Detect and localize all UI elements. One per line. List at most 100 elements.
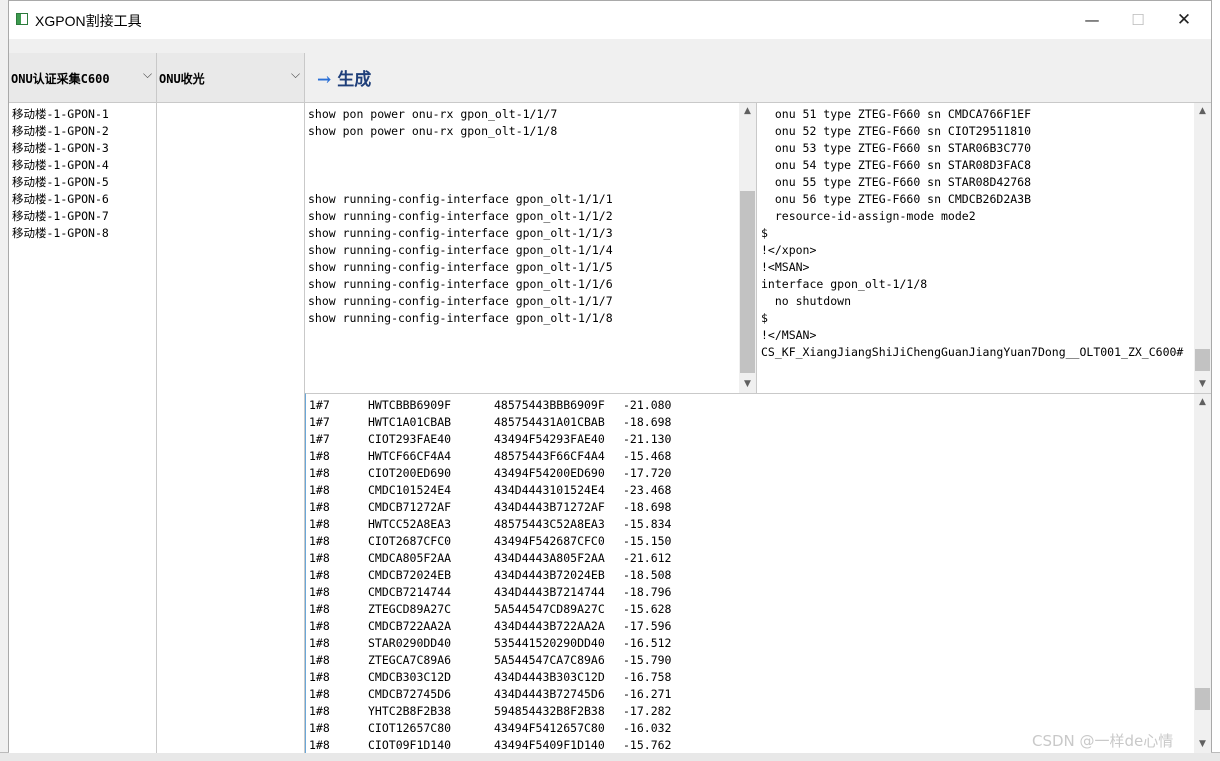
result-hex-sn: 434D4443B303C12D <box>494 670 605 684</box>
result-rx-power: -16.032 <box>623 721 672 735</box>
collect-type-select[interactable]: ONU认证采集C600 ⌵ <box>9 53 157 103</box>
result-hex-sn: 48575443F66CF4A4 <box>494 449 605 463</box>
secondary-list[interactable] <box>157 103 305 753</box>
scroll-down-icon[interactable]: ▼ <box>1194 736 1211 753</box>
result-hex-sn: 43494F54293FAE40 <box>494 432 605 446</box>
scroll-up-icon[interactable]: ▲ <box>739 103 756 120</box>
result-rx-power: -15.468 <box>623 449 672 463</box>
result-sn: HWTCF66CF4A4 <box>368 449 452 463</box>
chevron-down-icon[interactable]: ⌵ <box>143 67 152 82</box>
result-rx-power: -21.130 <box>623 432 672 446</box>
result-port: 1#8 <box>309 602 330 616</box>
output-line: onu 51 type ZTEG-F660 sn CMDCA766F1EF <box>761 107 1032 121</box>
result-sn: CMDCB303C12D <box>368 670 452 684</box>
command-line: show running-config-interface gpon_olt-1… <box>308 260 613 274</box>
output-line: onu 55 type ZTEG-F660 sn STAR08D42768 <box>761 175 1032 189</box>
list-item[interactable]: 移动楼-1-GPON-1 <box>9 106 156 123</box>
result-rx-power: -15.628 <box>623 602 672 616</box>
output-line: onu 54 type ZTEG-F660 sn STAR08D3FAC8 <box>761 158 1032 172</box>
command-scrollbar[interactable]: ▲ ▼ <box>739 103 756 393</box>
result-row: 1#8 CMDCB72024EB 434D4443B72024EB -18.508 <box>309 567 729 584</box>
result-port: 1#8 <box>309 500 330 514</box>
result-row: 1#7 CIOT293FAE40 43494F54293FAE40 -21.130 <box>309 431 729 448</box>
result-port: 1#8 <box>309 517 330 531</box>
result-hex-sn: 594854432B8F2B38 <box>494 704 605 718</box>
list-item[interactable]: 移动楼-1-GPON-3 <box>9 140 156 157</box>
result-rx-power: -16.271 <box>623 687 672 701</box>
result-row: 1#8 CIOT12657C80 43494F5412657C80 -16.032 <box>309 720 729 737</box>
gpon-port-list[interactable]: 移动楼-1-GPON-1 移动楼-1-GPON-2 移动楼-1-GPON-3 移动楼-… <box>9 103 157 753</box>
result-sn: CMDCB72745D6 <box>368 687 452 701</box>
result-port: 1#8 <box>309 738 330 752</box>
result-sn: CIOT293FAE40 <box>368 432 452 446</box>
command-line: show running-config-interface gpon_olt-1… <box>308 243 613 257</box>
output-line: interface gpon_olt-1/1/8 <box>761 277 928 291</box>
result-sn: HWTC1A01CBAB <box>368 415 452 429</box>
scroll-up-icon[interactable]: ▲ <box>1194 103 1211 120</box>
result-rx-power: -23.468 <box>623 483 672 497</box>
result-hex-sn: 434D4443101524E4 <box>494 483 605 497</box>
result-hex-sn: 535441520290DD40 <box>494 636 605 650</box>
output-line: !</xpon> <box>761 243 817 257</box>
command-line: show running-config-interface gpon_olt-1… <box>308 209 613 223</box>
result-sn: CIOT09F1D140 <box>368 738 452 752</box>
result-row: 1#8 STAR0290DD40 535441520290DD40 -16.512 <box>309 635 729 652</box>
app-icon <box>16 13 28 25</box>
command-line: show running-config-interface gpon_olt-1… <box>308 277 613 291</box>
title-bar: XGPON割接工具 — ☐ ✕ <box>9 1 1211 39</box>
result-scrollbar[interactable]: ▲ ▼ <box>1194 394 1211 753</box>
scroll-up-icon[interactable]: ▲ <box>1194 394 1211 411</box>
scroll-down-icon[interactable]: ▼ <box>739 376 756 393</box>
chevron-down-icon[interactable]: ⌵ <box>291 67 300 82</box>
command-line: show running-config-interface gpon_olt-1… <box>308 311 613 325</box>
scroll-thumb[interactable] <box>740 191 755 373</box>
result-port: 1#8 <box>309 534 330 548</box>
output-textarea[interactable]: onu 51 type ZTEG-F660 sn CMDCA766F1EF on… <box>758 103 1211 393</box>
list-item[interactable]: 移动楼-1-GPON-8 <box>9 225 156 242</box>
maximize-icon[interactable]: ☐ <box>1115 1 1161 39</box>
scroll-thumb[interactable] <box>1195 349 1210 371</box>
result-rx-power: -18.796 <box>623 585 672 599</box>
result-rx-power: -21.612 <box>623 551 672 565</box>
collect-type-value: ONU认证采集C600 <box>11 72 110 86</box>
list-item[interactable]: 移动楼-1-GPON-7 <box>9 208 156 225</box>
output-line: !<MSAN> <box>761 260 810 274</box>
result-sn: CMDCB722AA2A <box>368 619 452 633</box>
result-textarea[interactable]: 1#7 HWTCBBB6909F 48575443BBB6909F -21.080 1#… <box>305 393 1211 753</box>
result-sn: CMDCA805F2AA <box>368 551 452 565</box>
result-hex-sn: 434D4443B722AA2A <box>494 619 605 633</box>
result-row: 1#8 HWTCF66CF4A4 48575443F66CF4A4 -15.468 <box>309 448 729 465</box>
command-line: show running-config-interface gpon_olt-1… <box>308 226 613 240</box>
result-rx-power: -17.596 <box>623 619 672 633</box>
list-item[interactable]: 移动楼-1-GPON-4 <box>9 157 156 174</box>
list-item[interactable]: 移动楼-1-GPON-5 <box>9 174 156 191</box>
result-row: 1#8 CIOT2687CFC0 43494F542687CFC0 -15.150 <box>309 533 729 550</box>
arrow-right-icon: → <box>317 70 332 90</box>
result-hex-sn: 48575443BBB6909F <box>494 398 605 412</box>
result-hex-sn: 434D4443A805F2AA <box>494 551 605 565</box>
minimize-icon[interactable]: — <box>1069 1 1115 39</box>
list-item[interactable]: 移动楼-1-GPON-2 <box>9 123 156 140</box>
toolbar-strip <box>9 39 1211 53</box>
command-line <box>308 157 738 174</box>
result-rx-power: -15.150 <box>623 534 672 548</box>
app-window: XGPON割接工具 — ☐ ✕ ONU认证采集C600 ⌵ ONU收光 ⌵ → 生… <box>8 0 1212 753</box>
generate-button[interactable]: → 生成 <box>313 65 375 91</box>
result-sn: CMDCB7214744 <box>368 585 452 599</box>
list-item[interactable]: 移动楼-1-GPON-6 <box>9 191 156 208</box>
scroll-thumb[interactable] <box>1195 688 1210 710</box>
result-row: 1#8 ZTEGCA7C89A6 5A544547CA7C89A6 -15.790 <box>309 652 729 669</box>
output-scrollbar[interactable]: ▲ ▼ <box>1194 103 1211 393</box>
close-icon[interactable]: ✕ <box>1161 1 1207 39</box>
result-sn: CIOT12657C80 <box>368 721 452 735</box>
output-line: CS_KF_XiangJiangShiJiChengGuanJiangYuan7… <box>761 345 1184 359</box>
output-line: !</MSAN> <box>761 328 817 342</box>
command-textarea[interactable]: show pon power onu-rx gpon_olt-1/1/7 show… <box>305 103 757 393</box>
command-line <box>308 174 738 191</box>
result-hex-sn: 43494F54200ED690 <box>494 466 605 480</box>
mode-select[interactable]: ONU收光 ⌵ <box>157 53 305 103</box>
scroll-down-icon[interactable]: ▼ <box>1194 376 1211 393</box>
result-row: 1#8 CIOT200ED690 43494F54200ED690 -17.720 <box>309 465 729 482</box>
output-line: resource-id-assign-mode mode2 <box>761 209 976 223</box>
output-line: onu 56 type ZTEG-F660 sn CMDCB26D2A3B <box>761 192 1032 206</box>
